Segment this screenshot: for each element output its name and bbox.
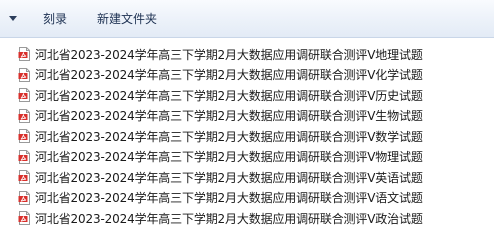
burn-button[interactable]: 刻录 bbox=[39, 9, 71, 29]
file-name: 河北省2023-2024学年高三下学期2月大数据应用调研联合测评Ⅴ政治试题 bbox=[35, 211, 423, 226]
file-item[interactable]: 河北省2023-2024学年高三下学期2月大数据应用调研联合测评Ⅴ政治试题 bbox=[18, 208, 423, 229]
file-item[interactable]: 河北省2023-2024学年高三下学期2月大数据应用调研联合测评Ⅴ英语试题 bbox=[18, 167, 423, 188]
file-name: 河北省2023-2024学年高三下学期2月大数据应用调研联合测评Ⅴ历史试题 bbox=[35, 88, 423, 103]
pdf-icon bbox=[18, 149, 30, 164]
file-list-pane: 河北省2023-2024学年高三下学期2月大数据应用调研联合测评Ⅴ地理试题 河北省… bbox=[0, 38, 494, 242]
file-name: 河北省2023-2024学年高三下学期2月大数据应用调研联合测评Ⅴ物理试题 bbox=[35, 150, 423, 165]
pdf-icon bbox=[18, 190, 30, 205]
file-name: 河北省2023-2024学年高三下学期2月大数据应用调研联合测评Ⅴ生物试题 bbox=[35, 109, 423, 124]
file-item[interactable]: 河北省2023-2024学年高三下学期2月大数据应用调研联合测评Ⅴ历史试题 bbox=[18, 85, 423, 106]
pdf-icon bbox=[18, 211, 30, 226]
file-name: 河北省2023-2024学年高三下学期2月大数据应用调研联合测评Ⅴ数学试题 bbox=[35, 129, 423, 144]
file-item[interactable]: 河北省2023-2024学年高三下学期2月大数据应用调研联合测评Ⅴ物理试题 bbox=[18, 147, 423, 168]
pdf-icon bbox=[18, 47, 30, 62]
file-item[interactable]: 河北省2023-2024学年高三下学期2月大数据应用调研联合测评Ⅴ生物试题 bbox=[18, 106, 423, 127]
pdf-icon bbox=[18, 67, 30, 82]
file-item[interactable]: 河北省2023-2024学年高三下学期2月大数据应用调研联合测评Ⅴ地理试题 bbox=[18, 44, 423, 65]
pdf-icon bbox=[18, 129, 30, 144]
file-name: 河北省2023-2024学年高三下学期2月大数据应用调研联合测评Ⅴ地理试题 bbox=[35, 47, 423, 62]
file-name: 河北省2023-2024学年高三下学期2月大数据应用调研联合测评Ⅴ化学试题 bbox=[35, 68, 423, 83]
file-item[interactable]: 河北省2023-2024学年高三下学期2月大数据应用调研联合测评Ⅴ语文试题 bbox=[18, 188, 423, 209]
new-folder-button[interactable]: 新建文件夹 bbox=[93, 9, 161, 29]
file-item[interactable]: 河北省2023-2024学年高三下学期2月大数据应用调研联合测评Ⅴ数学试题 bbox=[18, 126, 423, 147]
file-name: 河北省2023-2024学年高三下学期2月大数据应用调研联合测评Ⅴ英语试题 bbox=[35, 170, 423, 185]
pdf-icon bbox=[18, 88, 30, 103]
organize-dropdown-icon[interactable] bbox=[8, 14, 18, 24]
pdf-icon bbox=[18, 170, 30, 185]
file-item[interactable]: 河北省2023-2024学年高三下学期2月大数据应用调研联合测评Ⅴ化学试题 bbox=[18, 65, 423, 86]
pdf-icon bbox=[18, 108, 30, 123]
file-list: 河北省2023-2024学年高三下学期2月大数据应用调研联合测评Ⅴ地理试题 河北省… bbox=[18, 44, 423, 229]
toolbar: 刻录 新建文件夹 bbox=[0, 0, 494, 38]
file-name: 河北省2023-2024学年高三下学期2月大数据应用调研联合测评Ⅴ语文试题 bbox=[35, 191, 423, 206]
